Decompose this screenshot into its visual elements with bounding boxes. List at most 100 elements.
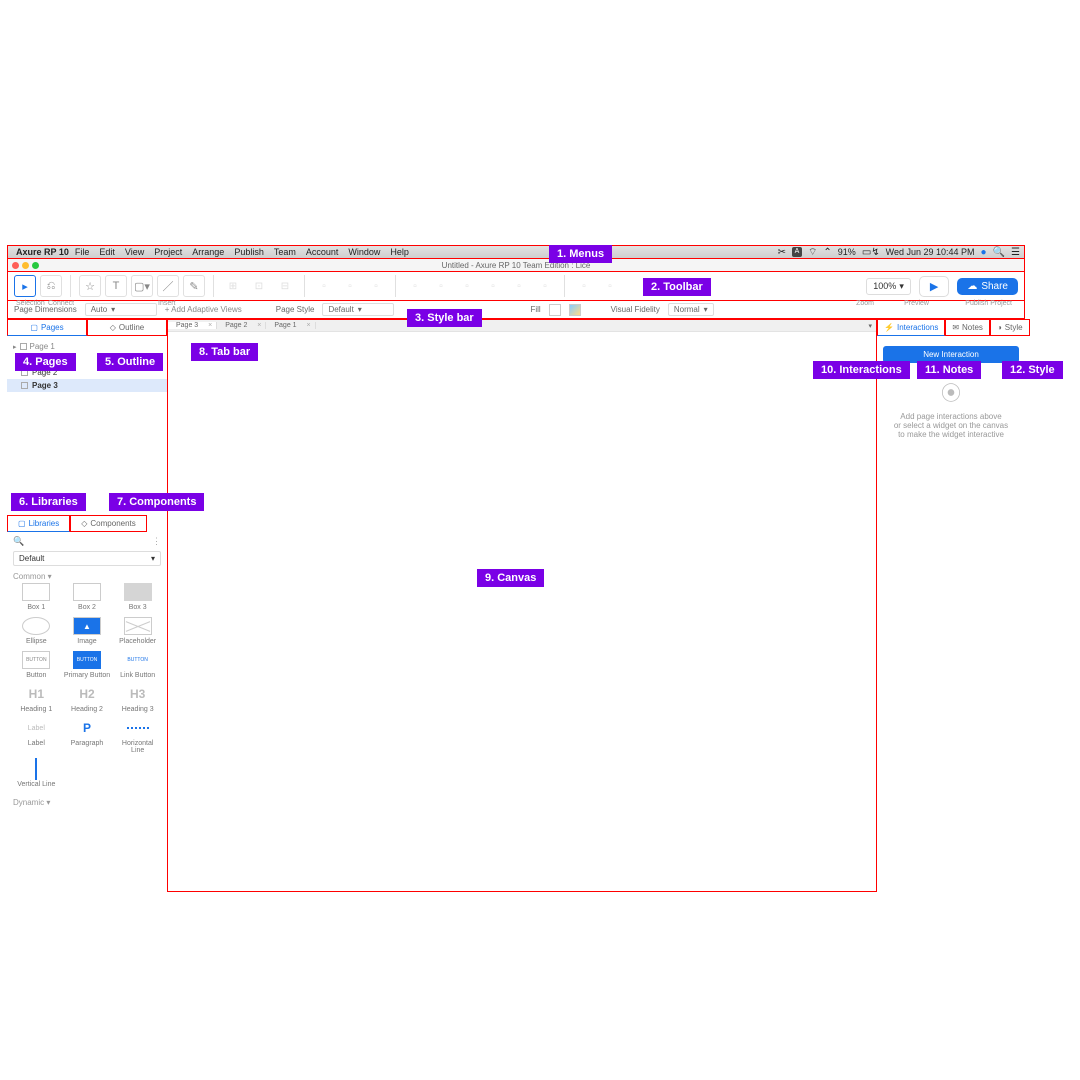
tb-group1[interactable]: ⊞ bbox=[222, 275, 244, 297]
style-tab[interactable]: ◑ Style bbox=[990, 319, 1030, 336]
fill-image-swatch[interactable] bbox=[569, 304, 581, 316]
library-widget[interactable]: BUTTONLink Button bbox=[114, 651, 161, 679]
pen-tool[interactable]: ✎ bbox=[183, 275, 205, 297]
tb-misc1[interactable]: ▫ bbox=[573, 275, 595, 297]
battery-icon[interactable]: ▭↯ bbox=[862, 247, 880, 258]
visual-fidelity-label: Visual Fidelity bbox=[611, 305, 660, 314]
page-style-dropdown[interactable]: Default▾ bbox=[322, 303, 394, 316]
rect-tool[interactable]: ☆ bbox=[79, 275, 101, 297]
menu-arrange[interactable]: Arrange bbox=[192, 247, 224, 257]
selection-label: Selection bbox=[16, 300, 45, 307]
menu-project[interactable]: Project bbox=[154, 247, 182, 257]
library-widget[interactable]: Box 2 bbox=[64, 583, 111, 611]
library-widget[interactable]: ▲Image bbox=[64, 617, 111, 645]
line-tool[interactable]: ／ bbox=[157, 275, 179, 297]
library-select[interactable]: Default▾ bbox=[13, 551, 161, 566]
library-widget[interactable]: BUTTONPrimary Button bbox=[64, 651, 111, 679]
library-category[interactable]: Common ▾ bbox=[13, 572, 161, 581]
fill-label: Fill bbox=[530, 305, 540, 314]
clock[interactable]: Wed Jun 29 10:44 PM bbox=[886, 247, 975, 257]
library-widget[interactable]: PParagraph bbox=[64, 719, 111, 754]
library-widget[interactable]: Ellipse bbox=[13, 617, 60, 645]
components-tab[interactable]: ◇ Components bbox=[70, 515, 147, 532]
doc-tab[interactable]: Page 1× bbox=[266, 322, 315, 329]
library-widget[interactable]: Box 3 bbox=[114, 583, 161, 611]
sync-icon[interactable]: ● bbox=[981, 247, 987, 258]
library-widget[interactable]: H3Heading 3 bbox=[114, 685, 161, 713]
library-widget[interactable]: BUTTONButton bbox=[13, 651, 60, 679]
tb-dist3[interactable]: ▫ bbox=[456, 275, 478, 297]
pages-tab[interactable]: ▢ Pages bbox=[7, 319, 87, 336]
tb-misc2[interactable]: ▫ bbox=[599, 275, 621, 297]
library-widget[interactable]: H2Heading 2 bbox=[64, 685, 111, 713]
library-menu-icon[interactable]: ⋮ bbox=[152, 536, 161, 547]
zoom-value: 100% bbox=[873, 281, 896, 291]
notes-tab[interactable]: ✉ Notes bbox=[945, 319, 990, 336]
menu-account[interactable]: Account bbox=[306, 247, 339, 257]
connect-tool[interactable]: ⎌ bbox=[40, 275, 62, 297]
battery-percent: 91% bbox=[838, 247, 856, 257]
menu-help[interactable]: Help bbox=[390, 247, 409, 257]
tb-dist4[interactable]: ▫ bbox=[482, 275, 504, 297]
library-widget[interactable]: Horizontal Line bbox=[114, 719, 161, 754]
menu-publish[interactable]: Publish bbox=[234, 247, 264, 257]
tb-dist5[interactable]: ▫ bbox=[508, 275, 530, 297]
doc-tab[interactable]: Page 3× bbox=[168, 322, 217, 329]
doc-tab[interactable]: Page 2× bbox=[217, 322, 266, 329]
tb-group3[interactable]: ⊟ bbox=[274, 275, 296, 297]
text-tool[interactable]: T bbox=[105, 275, 127, 297]
tb-dist2[interactable]: ▫ bbox=[430, 275, 452, 297]
library-category[interactable]: Dynamic ▾ bbox=[13, 798, 161, 807]
annotation: 8. Tab bar bbox=[191, 343, 258, 361]
right-panel: ⚡ Interactions ✉ Notes ◑ Style New Inter… bbox=[877, 319, 1025, 892]
app-name[interactable]: Axure RP 10 bbox=[16, 247, 69, 257]
library-widget[interactable]: Placeholder bbox=[114, 617, 161, 645]
visual-fidelity-dropdown[interactable]: Normal▾ bbox=[668, 303, 714, 316]
tb-dist6[interactable]: ▫ bbox=[534, 275, 556, 297]
tb-align2[interactable]: ▫ bbox=[339, 275, 361, 297]
scissors-icon[interactable]: ✂ bbox=[778, 247, 786, 258]
library-widget[interactable]: Box 1 bbox=[13, 583, 60, 611]
page-dims-dropdown[interactable]: Auto▾ bbox=[85, 303, 157, 316]
tb-dist1[interactable]: ▫ bbox=[404, 275, 426, 297]
tb-align3[interactable]: ▫ bbox=[365, 275, 387, 297]
selection-tool[interactable]: ▸ bbox=[14, 275, 36, 297]
zoom-control[interactable]: 100% ▾ bbox=[866, 278, 911, 295]
outline-tab[interactable]: ◇ Outline bbox=[87, 319, 167, 336]
app-indicator-icon[interactable]: A bbox=[792, 247, 802, 257]
search-icon[interactable]: 🔍 bbox=[993, 247, 1005, 258]
add-adaptive-views[interactable]: + Add Adaptive Views bbox=[165, 305, 242, 314]
canvas[interactable] bbox=[169, 333, 875, 891]
fill-color-swatch[interactable] bbox=[549, 304, 561, 316]
share-button[interactable]: ☁ Share bbox=[957, 278, 1018, 295]
menu-edit[interactable]: Edit bbox=[99, 247, 115, 257]
preview-button[interactable]: ▶ bbox=[919, 276, 949, 297]
bluetooth-icon[interactable]: ⌔ bbox=[808, 246, 817, 259]
minimize-window-button[interactable] bbox=[22, 262, 29, 269]
close-tab-icon[interactable]: × bbox=[257, 322, 261, 329]
library-widget[interactable]: Vertical Line bbox=[13, 760, 60, 788]
wifi-icon[interactable]: ⌃ bbox=[823, 247, 831, 258]
shape-tool[interactable]: ▢▾ bbox=[131, 275, 153, 297]
close-window-button[interactable] bbox=[12, 262, 19, 269]
annotation: 9. Canvas bbox=[477, 569, 544, 587]
tb-group2[interactable]: ⊡ bbox=[248, 275, 270, 297]
menu-view[interactable]: View bbox=[125, 247, 144, 257]
insert-label: Insert bbox=[158, 300, 176, 307]
libraries-tab[interactable]: ▢ Libraries bbox=[7, 515, 70, 532]
library-search-icon[interactable]: 🔍 bbox=[13, 536, 24, 547]
close-tab-icon[interactable]: × bbox=[306, 322, 310, 329]
interactions-tab[interactable]: ⚡ Interactions bbox=[877, 319, 945, 336]
zoom-window-button[interactable] bbox=[32, 262, 39, 269]
tb-align1[interactable]: ▫ bbox=[313, 275, 335, 297]
close-tab-icon[interactable]: × bbox=[208, 322, 212, 329]
page-item[interactable]: Page 3 bbox=[7, 379, 167, 392]
library-widget[interactable]: H1Heading 1 bbox=[13, 685, 60, 713]
menu-window[interactable]: Window bbox=[348, 247, 380, 257]
tabs-dropdown-icon[interactable]: ▾ bbox=[868, 322, 872, 330]
library-widget[interactable]: LabelLabel bbox=[13, 719, 60, 754]
hint-text: or select a widget on the canvas bbox=[883, 421, 1019, 430]
menu-team[interactable]: Team bbox=[274, 247, 296, 257]
control-center-icon[interactable]: ☰ bbox=[1011, 247, 1020, 258]
menu-file[interactable]: File bbox=[75, 247, 90, 257]
